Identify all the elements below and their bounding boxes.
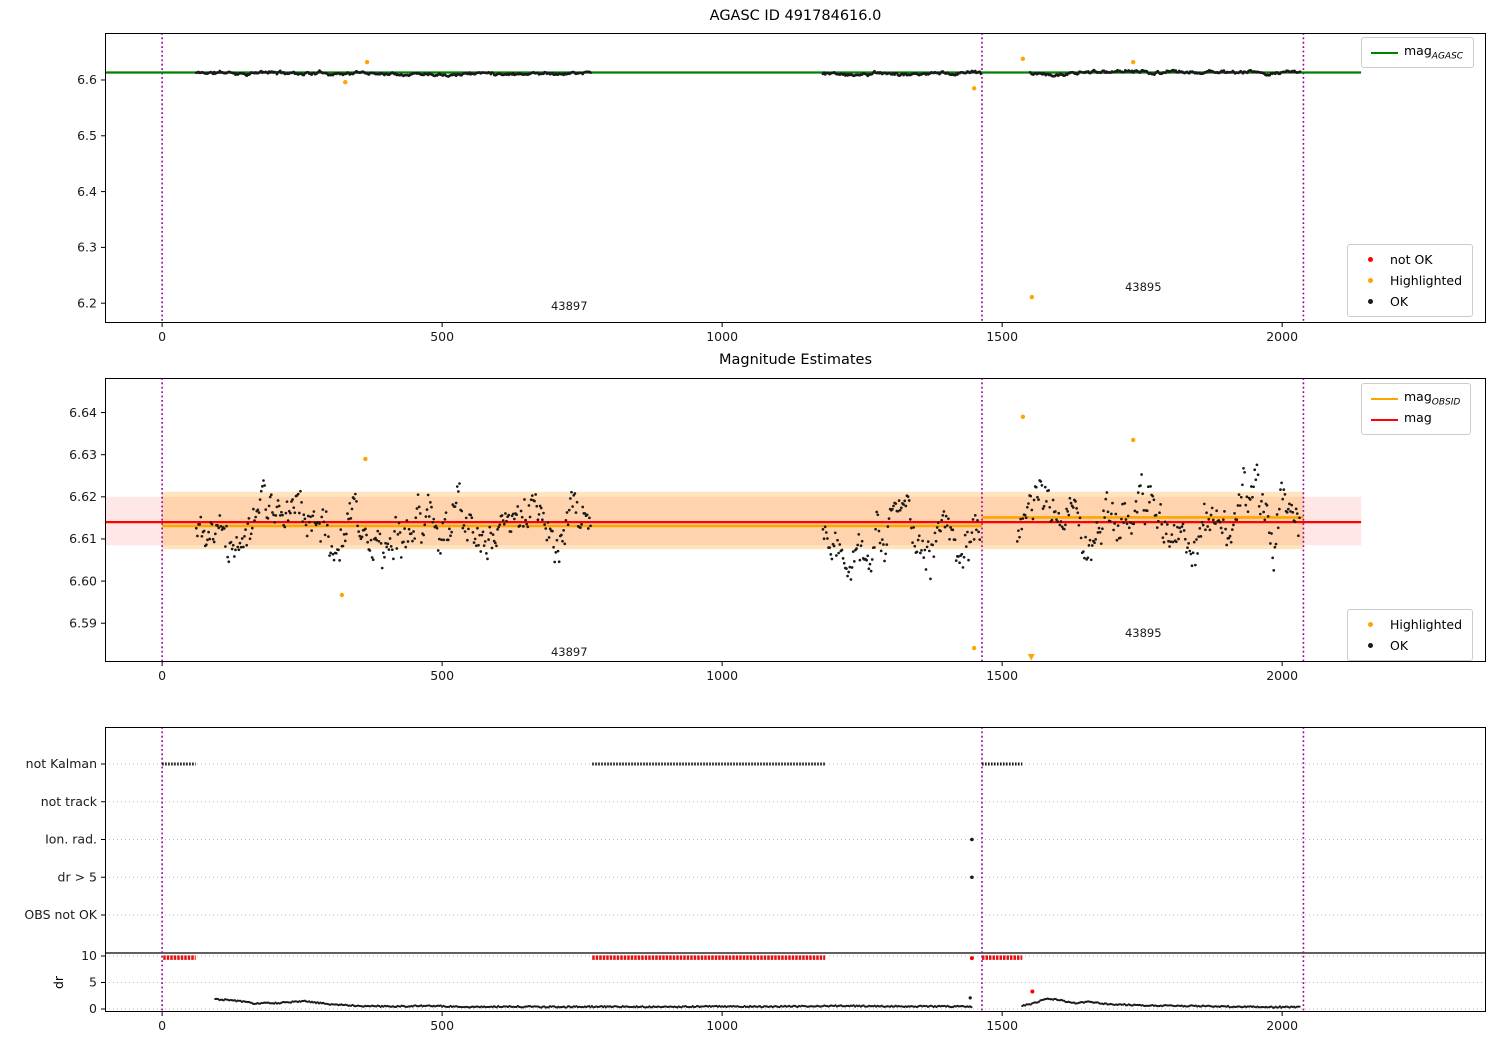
legend-entry-mag-agasc: magAGASC (1368, 42, 1463, 63)
top-plot-canvas: 43897 43895 0 500 1000 1500 2000 6.2 6.3 6.4 6.5 6.… (77, 33, 1486, 344)
y-tick-label: not Kalman (26, 756, 97, 771)
y-tick-label: not track (41, 794, 98, 809)
legend-label: mag (1404, 410, 1432, 426)
x-tick-label: 1000 (706, 329, 738, 344)
x-tick-label: 1000 (706, 1018, 738, 1033)
red-line-sample (1368, 418, 1400, 421)
y-tick-label: 10 (81, 948, 97, 963)
y-tick-label: 5 (89, 975, 97, 990)
y-tick-label: Ion. rad. (45, 832, 97, 847)
x-tick-label: 0 (158, 329, 166, 344)
middle-plot-title: Magnitude Estimates (718, 352, 873, 368)
x-tick-label: 500 (430, 329, 454, 344)
x-tick-label: 1500 (986, 329, 1018, 344)
x-tick-label: 1500 (986, 668, 1018, 683)
x-tick-label: 500 (430, 1018, 454, 1033)
legend-entry-ok: OK (1354, 291, 1462, 312)
y-tick-label: 6.59 (69, 615, 97, 630)
x-tick-label: 2000 (1266, 329, 1298, 344)
orange-dot-icon (1354, 278, 1386, 283)
top-plot: 43897 43895 0 500 1000 1500 2000 6.2 6.3 6.4 6.5 6.… (77, 33, 1486, 344)
obsid-annotation: 43895 (1125, 626, 1162, 640)
y-tick-label: 6.63 (69, 447, 97, 462)
orange-dot-icon (1354, 622, 1386, 627)
y-tick-label: dr > 5 (58, 869, 97, 884)
legend-entry-mag-obsid: magOBSID (1368, 388, 1460, 409)
y-tick-label: 6.5 (77, 128, 97, 143)
obsid-annotation: 43895 (1125, 280, 1162, 294)
y-tick-label: 6.2 (77, 295, 97, 310)
top-marker-legend: not OK Highlighted OK (1347, 244, 1474, 317)
middle-plot: 43897 43895 0 500 1000 1500 2000 6.59 6.60 6.61 6.… (69, 378, 1486, 683)
x-tick-label: 1500 (986, 1018, 1018, 1033)
bottom-plot-canvas: 0 500 1000 1500 2000 not Kalman not track Ion. … (24, 727, 1486, 1033)
x-tick-label: 2000 (1266, 1018, 1298, 1033)
green-line-sample (1368, 51, 1400, 54)
y-tick-label: 0 (89, 1001, 97, 1016)
x-tick-label: 2000 (1266, 668, 1298, 683)
figure: AGASC ID 491784616.0 Magnitude Estimates… (0, 0, 1500, 1050)
y-tick-label: 6.64 (69, 405, 97, 420)
y-tick-label: 6.4 (77, 184, 97, 199)
y-tick-label: 6.62 (69, 489, 97, 504)
x-tick-label: 0 (158, 668, 166, 683)
x-tick-label: 1000 (706, 668, 738, 683)
black-dot-icon (1354, 299, 1386, 304)
legend-entry-ok: OK (1354, 635, 1462, 656)
y-tick-label: 6.3 (77, 240, 97, 255)
legend-label: magOBSID (1404, 389, 1461, 408)
middle-marker-legend: Highlighted OK (1347, 609, 1474, 661)
x-tick-label: 500 (430, 668, 454, 683)
obsid-annotation: 43897 (551, 299, 588, 313)
y-tick-label: 6.6 (77, 72, 97, 87)
middle-plot-canvas: 43897 43895 0 500 1000 1500 2000 6.59 6.60 6.61 6.… (69, 378, 1486, 683)
y-tick-label: 6.60 (69, 573, 97, 588)
legend-entry-mag: mag (1368, 409, 1460, 430)
bottom-plot: 0 500 1000 1500 2000 not Kalman not track Ion. … (24, 727, 1486, 1033)
black-dot-icon (1354, 643, 1386, 648)
legend-entry-not-ok: not OK (1354, 249, 1462, 270)
dr-axis-label: dr (51, 975, 67, 990)
top-line-legend: magAGASC (1361, 37, 1475, 68)
y-tick-label: OBS not OK (24, 907, 97, 922)
top-plot-title: AGASC ID 491784616.0 (709, 8, 882, 24)
middle-line-legend: magOBSID mag (1361, 383, 1472, 435)
y-tick-label: 6.61 (69, 531, 97, 546)
orange-line-sample (1368, 397, 1400, 400)
legend-entry-highlighted: Highlighted (1354, 614, 1462, 635)
x-tick-label: 0 (158, 1018, 166, 1033)
legend-entry-highlighted: Highlighted (1354, 270, 1462, 291)
obsid-annotation: 43897 (551, 645, 588, 659)
legend-label: magAGASC (1404, 43, 1464, 62)
red-dot-icon (1354, 257, 1386, 262)
